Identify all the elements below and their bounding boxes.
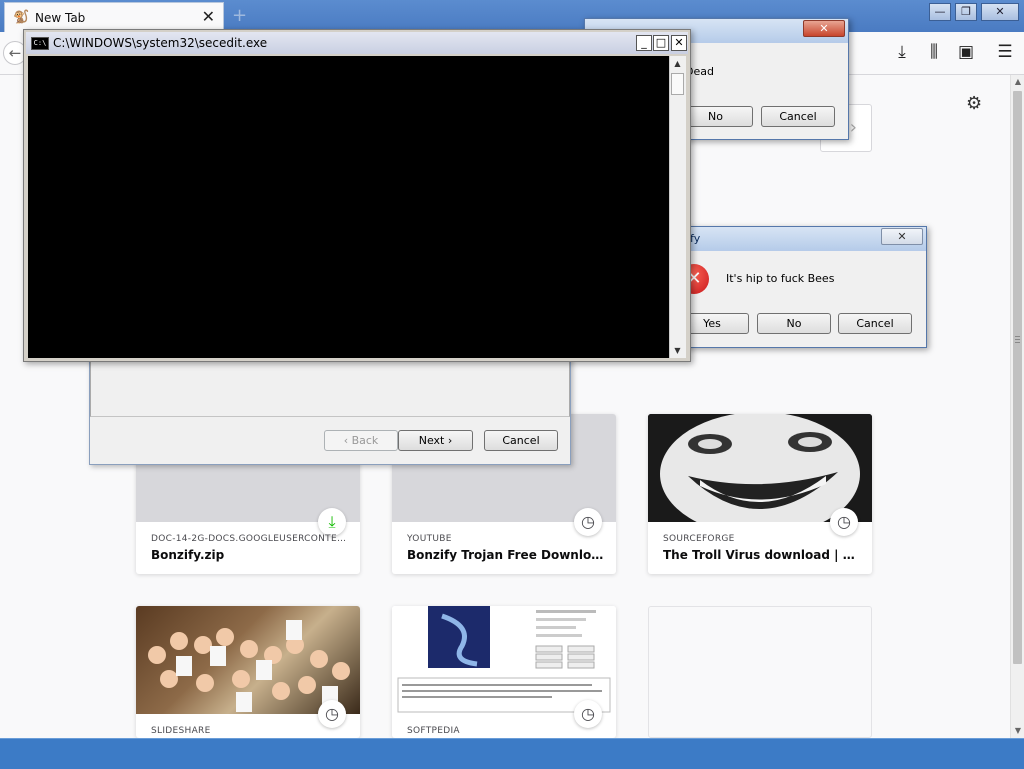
download-icon: ⤓ (318, 508, 346, 536)
setup-wizard-dialog: ‹ Back Next › Cancel (89, 356, 571, 465)
tab-title: New Tab (35, 11, 86, 25)
clock-icon: ◷ (574, 700, 602, 728)
scroll-up-arrow-icon[interactable]: ▲ (1011, 75, 1024, 89)
no-button[interactable]: No (757, 313, 831, 334)
scroll-down-arrow-icon[interactable]: ▼ (1011, 724, 1024, 738)
tab-close-icon[interactable]: ✕ (202, 7, 215, 27)
empty-highlight-slot (648, 606, 872, 738)
card-title: The Troll Virus download | Sourc... (663, 548, 863, 562)
menu-icon[interactable]: ☰ (993, 40, 1017, 64)
windows-taskbar (0, 738, 1024, 769)
dialog-close-button[interactable]: ✕ (803, 20, 845, 37)
console-title: C:\WINDOWS\system32\secedit.exe (53, 36, 268, 50)
softpedia-thumbnail (392, 606, 616, 714)
wizard-content-area (90, 356, 570, 417)
highlight-card[interactable]: ◷ SLIDESHARE (136, 606, 360, 738)
console-close-button[interactable]: ✕ (671, 35, 687, 51)
page-scrollbar[interactable]: ▲ ▼ (1010, 75, 1024, 738)
console-scroll-up-icon[interactable]: ▲ (670, 56, 685, 71)
window-close-button[interactable]: ✕ (981, 3, 1019, 21)
softpedia-screenshot-image (392, 606, 616, 714)
settings-gear-icon[interactable]: ⚙ (966, 93, 982, 114)
window-minimize-button[interactable]: — (929, 3, 951, 21)
troll-face-image (648, 414, 872, 536)
clock-icon: ◷ (830, 508, 858, 536)
console-app-icon: C:\ (31, 37, 49, 50)
window-restore-button[interactable]: ❐ (955, 3, 977, 21)
bonzi-favicon-icon: 🐒 (13, 10, 30, 25)
wizard-cancel-button[interactable]: Cancel (484, 430, 558, 451)
console-scrollbar[interactable]: ▲ ▼ (669, 56, 686, 358)
console-scroll-thumb[interactable] (671, 73, 684, 95)
card-title: Bonzify Trojan Free Download Al... (407, 548, 607, 562)
console-titlebar[interactable]: C:\ C:\WINDOWS\system32\secedit.exe _ □ … (26, 32, 688, 54)
console-minimize-button[interactable]: _ (636, 35, 652, 51)
card-host: SLIDESHARE (151, 726, 211, 736)
cancel-button[interactable]: Cancel (761, 106, 835, 127)
kids-photo-thumbnail (136, 606, 360, 714)
card-host: SOURCEFORGE (663, 534, 735, 544)
console-maximize-button[interactable]: □ (653, 35, 669, 51)
card-title: Bonzify.zip (151, 548, 225, 562)
wizard-next-button[interactable]: Next › (398, 430, 473, 451)
console-window: C:\ C:\WINDOWS\system32\secedit.exe _ □ … (23, 29, 691, 362)
card-host: YOUTUBE (407, 534, 452, 544)
dialog-close-button[interactable]: ✕ (881, 228, 923, 245)
console-output[interactable] (28, 56, 669, 358)
card-host: SOFTPEDIA (407, 726, 460, 736)
sidebar-icon[interactable]: ▣ (954, 40, 978, 64)
search-go-icon[interactable]: › (850, 117, 857, 138)
new-tab-button[interactable]: + (232, 6, 247, 26)
browser-titlebar: 🐒 New Tab ✕ + — ❐ ✕ (0, 0, 1024, 32)
download-icon[interactable]: ⤓ (890, 40, 914, 64)
wizard-back-button[interactable]: ‹ Back (324, 430, 398, 451)
scroll-thumb[interactable] (1013, 91, 1022, 664)
card-host: DOC-14-2G-DOCS.GOOGLEUSERCONTEN... (151, 534, 347, 544)
troll-face-thumbnail (648, 414, 872, 536)
library-icon[interactable]: ⫼ (922, 40, 946, 64)
tab-new-tab[interactable]: 🐒 New Tab ✕ (4, 2, 224, 32)
console-scroll-down-icon[interactable]: ▼ (670, 343, 685, 358)
highlight-card[interactable]: ◷ SOFTPEDIA (392, 606, 616, 738)
cancel-button[interactable]: Cancel (838, 313, 912, 334)
clock-icon: ◷ (318, 700, 346, 728)
clock-icon: ◷ (574, 508, 602, 536)
highlight-card[interactable]: ◷ SOURCEFORGE The Troll Virus download |… (648, 414, 872, 574)
dialog-message: It's hip to fuck Bees (726, 272, 835, 285)
